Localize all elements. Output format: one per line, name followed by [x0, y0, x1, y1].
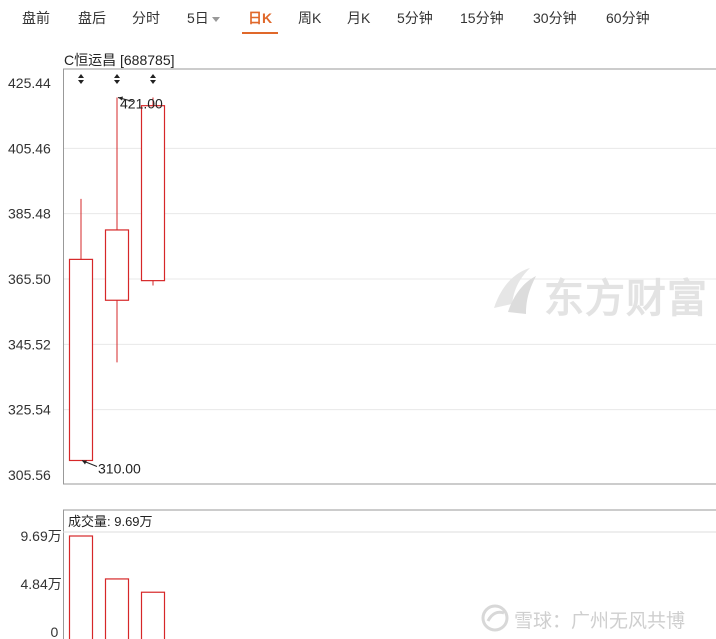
bottom-watermark-text: 雪球：广州无风共博: [514, 610, 686, 632]
marker-arrow-down: [150, 80, 156, 84]
marker-arrow-down: [114, 80, 120, 84]
marker-arrow-down: [78, 80, 84, 84]
price-tick-label: 365.50: [8, 271, 51, 287]
snowball-icon: [481, 604, 509, 632]
marker-arrow-up: [78, 74, 84, 78]
marker-arrow-up: [114, 74, 120, 78]
marker-arrow-icon: [78, 74, 84, 84]
volume-tick-label: 4.84万: [21, 576, 62, 592]
price-tick-label: 305.56: [8, 467, 51, 483]
candle-body: [68, 258, 94, 462]
volume-tick-label: 9.69万: [21, 528, 62, 544]
eastmoney-watermark: 东方财富: [486, 262, 716, 322]
price-tick-label: 345.52: [8, 336, 51, 352]
price-tick-label: 325.54: [8, 402, 51, 418]
candle-body: [104, 229, 130, 301]
watermark-text: 东方财富: [544, 276, 708, 322]
volume-panel-title: 成交量: 9.69万: [68, 514, 153, 529]
candle-body: [140, 105, 166, 282]
volume-bar: [140, 591, 166, 639]
price-tick-label: 385.48: [8, 206, 51, 222]
price-tick-label: 405.46: [8, 140, 51, 156]
marker-arrow-icon: [150, 74, 156, 84]
volume-tick-label: 0: [51, 624, 59, 639]
volume-bar: [104, 578, 130, 639]
low-annotation-label: 310.00: [98, 460, 141, 476]
eastmoney-logo-icon: [494, 268, 536, 314]
price-tick-label: 425.44: [8, 75, 51, 91]
volume-bar: [68, 535, 94, 639]
marker-arrow-icon: [114, 74, 120, 84]
marker-arrow-up: [150, 74, 156, 78]
xueqiu-watermark: 雪球：广州无风共博: [480, 603, 716, 633]
high-annotation-label: 421.00: [120, 96, 163, 112]
